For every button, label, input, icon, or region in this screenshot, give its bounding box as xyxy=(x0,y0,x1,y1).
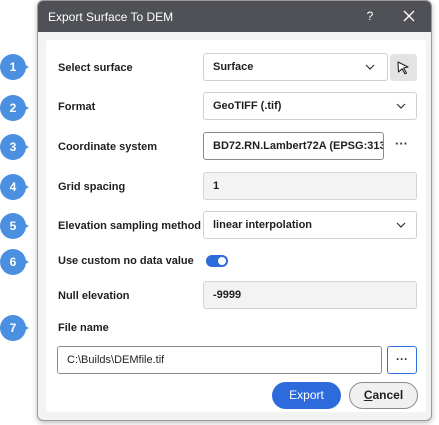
title-bar: Export Surface To DEM ? xyxy=(38,1,431,32)
chevron-down-icon xyxy=(396,222,406,228)
elevation-sampling-label: Elevation sampling method xyxy=(58,220,202,232)
custom-no-data-toggle[interactable] xyxy=(206,255,228,267)
select-surface-label: Select surface xyxy=(58,62,133,74)
close-button[interactable] xyxy=(400,7,418,25)
toggle-knob xyxy=(218,257,226,265)
cursor-pick-icon xyxy=(397,61,409,75)
chevron-down-icon xyxy=(396,103,406,109)
callout-5: 5 xyxy=(0,213,30,239)
export-button[interactable]: Export xyxy=(272,382,341,409)
export-surface-dialog: Export Surface To DEM ? Select surface S… xyxy=(37,0,432,421)
coordinate-system-browse-button[interactable]: ··· xyxy=(395,136,408,151)
surface-value: Surface xyxy=(213,61,254,73)
grid-spacing-field[interactable]: 1 xyxy=(203,172,417,200)
chevron-down-icon xyxy=(365,64,375,70)
coordinate-system-field[interactable]: BD72.RN.Lambert72A (EPSG:313 xyxy=(203,132,384,160)
file-name-label: File name xyxy=(58,322,109,334)
coordinate-system-label: Coordinate system xyxy=(58,141,158,153)
format-value: GeoTIFF (.tif) xyxy=(213,100,282,112)
callout-3: 3 xyxy=(0,134,30,160)
format-label: Format xyxy=(58,101,96,113)
null-elevation-value: -9999 xyxy=(213,289,242,301)
pick-surface-button[interactable] xyxy=(390,54,417,81)
callout-2: 2 xyxy=(0,95,30,121)
callout-4: 4 xyxy=(0,174,30,200)
format-dropdown[interactable]: GeoTIFF (.tif) xyxy=(203,92,417,120)
form-panel: Select surface Surface Format GeoTIFF (.… xyxy=(46,40,426,412)
null-elevation-field[interactable]: -9999 xyxy=(203,281,417,309)
callout-1: 1 xyxy=(0,54,30,80)
file-name-field[interactable]: C:\Builds\DEMfile.tif xyxy=(57,346,382,374)
callout-6: 6 xyxy=(0,249,30,275)
coordinate-system-value: BD72.RN.Lambert72A (EPSG:313 xyxy=(213,140,384,152)
elevation-sampling-value: linear interpolation xyxy=(213,219,313,231)
custom-no-data-label: Use custom no data value xyxy=(58,255,194,267)
dialog-title: Export Surface To DEM xyxy=(48,10,174,24)
help-button[interactable]: ? xyxy=(362,7,378,25)
callout-7: 7 xyxy=(0,315,30,341)
file-name-value: C:\Builds\DEMfile.tif xyxy=(67,354,165,366)
cancel-label-rest: ancel xyxy=(372,388,404,402)
cancel-button[interactable]: Cancel xyxy=(349,382,418,409)
close-icon xyxy=(403,10,415,22)
browse-dots: ··· xyxy=(396,352,408,366)
file-browse-button[interactable]: ··· xyxy=(387,346,417,374)
grid-spacing-label: Grid spacing xyxy=(58,181,126,193)
null-elevation-label: Null elevation xyxy=(58,290,130,302)
elevation-sampling-dropdown[interactable]: linear interpolation xyxy=(203,211,417,239)
surface-dropdown[interactable]: Surface xyxy=(203,53,388,81)
grid-spacing-value: 1 xyxy=(213,180,220,192)
